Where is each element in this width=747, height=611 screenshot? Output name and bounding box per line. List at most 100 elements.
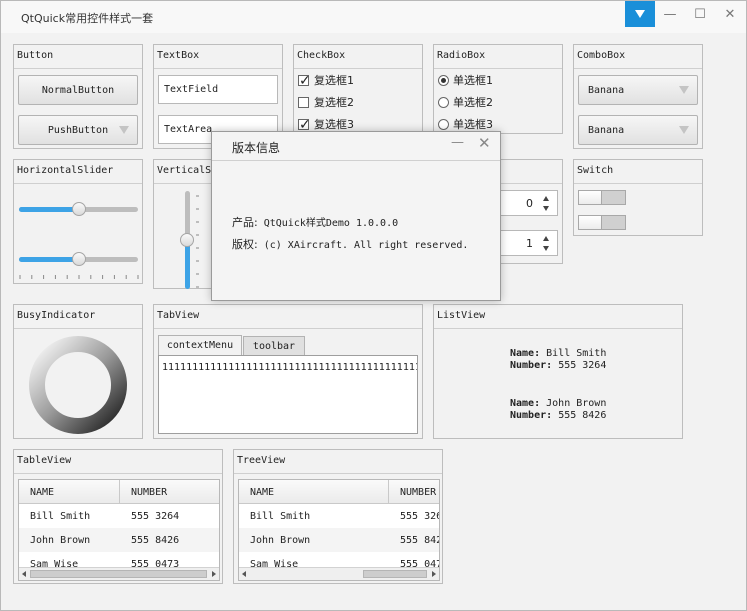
text-field[interactable]: TextField — [158, 75, 278, 104]
chevron-down-icon — [119, 126, 129, 134]
menu-button[interactable] — [625, 1, 655, 27]
table-row[interactable]: John Brown 555 8426 — [19, 528, 219, 552]
radio-dot — [438, 118, 449, 130]
minimize-button[interactable]: — — [655, 1, 685, 27]
group-title: TabView — [157, 310, 200, 321]
arrow-up-icon[interactable] — [543, 196, 549, 201]
combobox-value: Banana — [588, 124, 625, 136]
checkbox-label: 复选框2 — [314, 96, 354, 109]
arrow-left-icon[interactable] — [242, 571, 246, 577]
group-button: Button NormalButton PushButton — [13, 44, 143, 149]
arrow-left-icon[interactable] — [22, 571, 26, 577]
hslider-1[interactable] — [19, 202, 138, 216]
cell-name: John Brown — [30, 534, 91, 546]
slider-fill — [19, 257, 79, 262]
group-title: ComboBox — [577, 50, 626, 61]
table-header: NAME NUMBER — [19, 480, 219, 504]
group-title: TableView — [17, 455, 72, 466]
checkbox-label: 复选框1 — [314, 74, 354, 87]
list-item[interactable]: Name: Bill Smith Number: 555 3264 — [510, 348, 606, 372]
name-label: Name: — [510, 348, 541, 359]
name-label: Name: — [510, 398, 541, 409]
copyright-row: 版权: (c) XAircraft. All right reserved. — [232, 236, 468, 252]
busy-spinner-icon — [29, 336, 127, 434]
arrow-down-icon[interactable] — [543, 206, 549, 211]
tree-header: NAME NUMBER — [239, 480, 439, 504]
slider-handle[interactable] — [180, 233, 194, 247]
spinbox-value: 0 — [526, 197, 533, 210]
group-title: TextBox — [157, 50, 200, 61]
vslider[interactable] — [180, 191, 194, 289]
maximize-button[interactable]: ☐ — [685, 1, 715, 27]
tree-row[interactable]: Bill Smith 555 3264 — [239, 504, 439, 528]
list-item[interactable]: Name: John Brown Number: 555 8426 — [510, 398, 606, 422]
window-title: QtQuick常用控件样式一套 — [21, 12, 154, 25]
tree-row[interactable]: John Brown 555 8426 — [239, 528, 439, 552]
title-bar[interactable]: QtQuick常用控件样式一套 — ☐ ✕ — [1, 1, 746, 33]
normal-button[interactable]: NormalButton — [18, 75, 138, 105]
cell-number: 555 8426 — [400, 534, 439, 546]
radio-2[interactable]: 单选框2 — [438, 93, 493, 111]
scrollbar-thumb[interactable] — [30, 570, 207, 578]
column-header-name[interactable]: NAME — [239, 480, 389, 504]
column-header-name[interactable]: NAME — [19, 480, 120, 504]
number-label: Number: — [510, 410, 553, 421]
slider-ticks — [196, 195, 199, 288]
checkbox-box: ✓ — [298, 117, 311, 133]
column-header-number[interactable]: NUMBER — [120, 480, 219, 504]
spinbox-value: 1 — [526, 237, 533, 250]
checkmark-icon: ✓ — [299, 72, 311, 89]
chevron-down-icon — [679, 86, 689, 94]
horizontal-scrollbar[interactable] — [239, 567, 439, 580]
arrow-right-icon[interactable] — [432, 571, 436, 577]
number-value: 555 8426 — [558, 410, 607, 421]
slider-handle[interactable] — [71, 252, 86, 266]
switch-1[interactable] — [578, 190, 626, 205]
cell-number: 555 3264 — [131, 510, 180, 522]
dialog-close-icon[interactable]: ✕ — [478, 134, 491, 152]
tab-panel: 1111111111111111111111111111111111111111… — [158, 355, 418, 434]
radio-1[interactable]: 单选框1 — [438, 71, 493, 89]
combobox-2[interactable]: Banana — [578, 115, 698, 145]
number-value: 555 3264 — [558, 360, 607, 371]
push-button[interactable]: PushButton — [18, 115, 138, 145]
group-title: RadioBox — [437, 50, 486, 61]
group-combobox: ComboBox Banana Banana — [573, 44, 703, 149]
maximize-icon: ☐ — [694, 6, 706, 22]
group-tabview: TabView contextMenu toolbar 111111111111… — [153, 304, 423, 439]
tab-toolbar[interactable]: toolbar — [243, 336, 305, 355]
table-row[interactable]: Bill Smith 555 3264 — [19, 504, 219, 528]
tree-view[interactable]: NAME NUMBER Bill Smith 555 3264 John Bro… — [238, 479, 440, 581]
scrollbar-thumb[interactable] — [363, 570, 427, 578]
group-title: ListView — [437, 310, 486, 321]
chevron-down-icon — [679, 126, 689, 134]
arrow-up-icon[interactable] — [543, 236, 549, 241]
checkbox-2[interactable]: 复选框2 — [298, 93, 354, 111]
group-hslider: HorizontalSlider — [13, 159, 143, 284]
group-title: Switch — [577, 165, 614, 176]
radio-label: 单选框1 — [453, 74, 493, 87]
cell-name: Bill Smith — [250, 510, 311, 522]
slider-handle[interactable] — [71, 202, 86, 216]
horizontal-scrollbar[interactable] — [19, 567, 219, 580]
close-button[interactable]: ✕ — [715, 1, 745, 27]
checkbox-1[interactable]: ✓ 复选框1 — [298, 71, 354, 89]
about-dialog: 版本信息 — ✕ 产品: QtQuick样式Demo 1.0.0.0 版权: (c)… — [211, 131, 501, 301]
slider-ticks — [19, 275, 139, 279]
switch-2[interactable] — [578, 215, 626, 230]
hslider-2[interactable] — [19, 252, 138, 266]
cell-number: 555 3264 — [400, 510, 439, 522]
tab-content: 1111111111111111111111111111111111111111… — [162, 362, 417, 373]
dialog-minimize-icon[interactable]: — — [451, 135, 464, 150]
product-label: 产品: — [232, 216, 258, 229]
column-header-number[interactable]: NUMBER — [389, 480, 439, 504]
minimize-icon: — — [663, 6, 677, 22]
combobox-1[interactable]: Banana — [578, 75, 698, 105]
arrow-right-icon[interactable] — [212, 571, 216, 577]
tab-contextmenu[interactable]: contextMenu — [158, 335, 242, 355]
table-view[interactable]: NAME NUMBER Bill Smith 555 3264 John Bro… — [18, 479, 220, 581]
arrow-down-icon[interactable] — [543, 246, 549, 251]
close-icon: ✕ — [724, 6, 736, 22]
cell-number: 555 8426 — [131, 534, 180, 546]
group-switch: Switch — [573, 159, 703, 236]
